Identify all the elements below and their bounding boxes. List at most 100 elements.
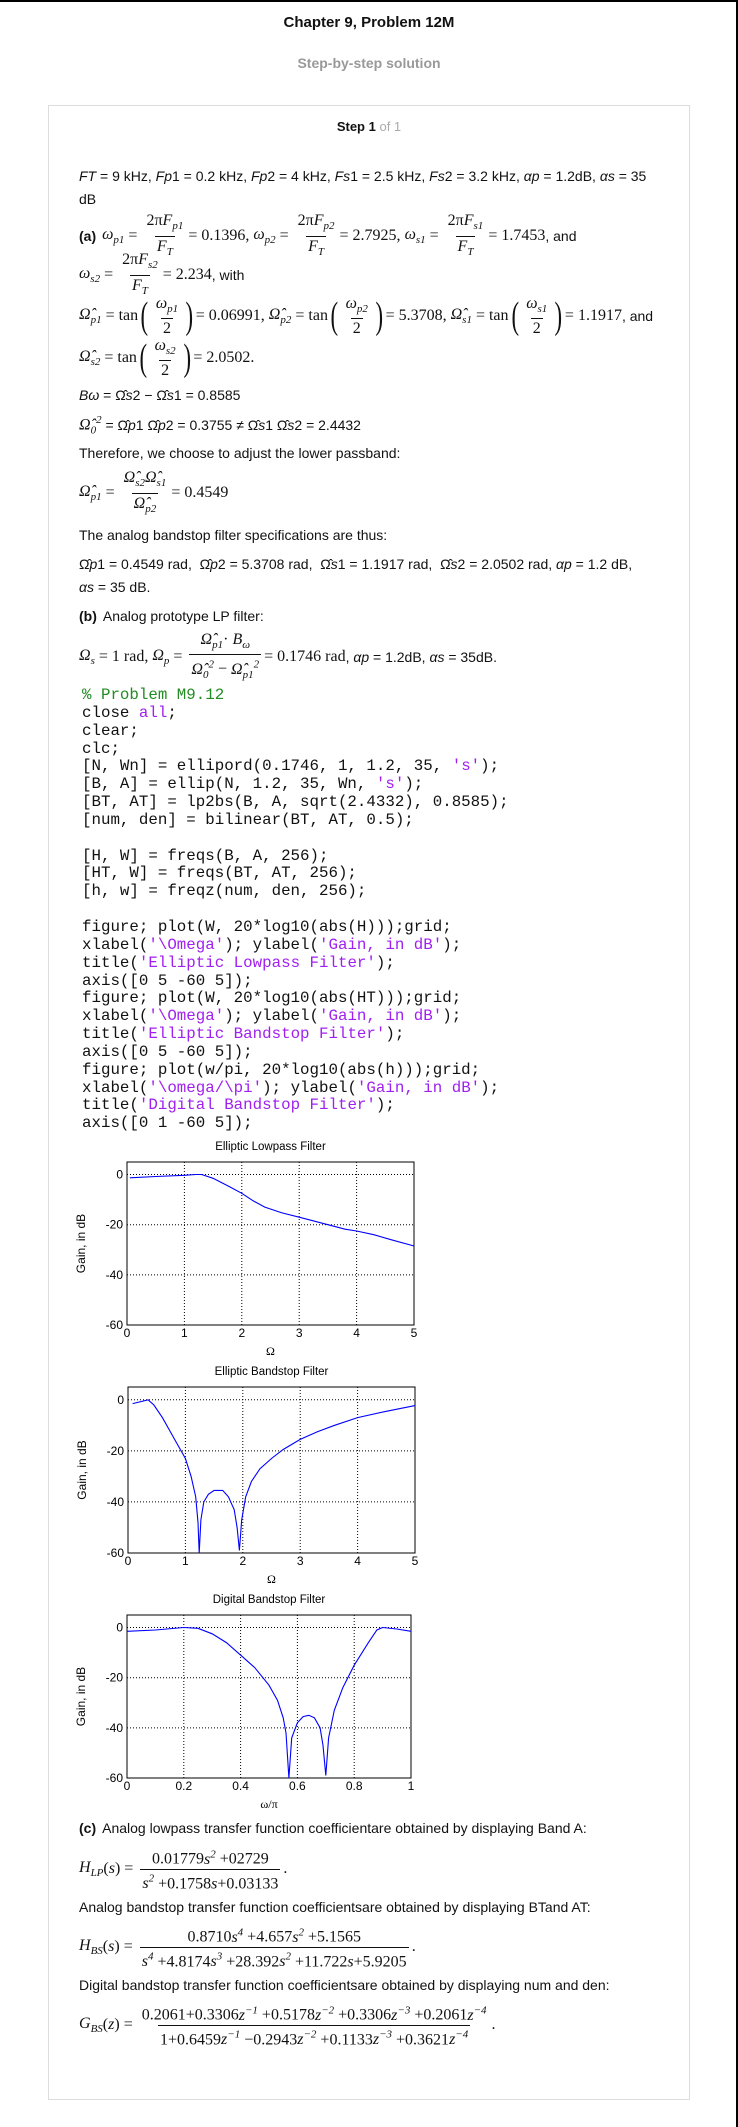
- math-text: 2: [162, 320, 171, 338]
- plot-area: [126, 1161, 415, 1326]
- superscript: −1: [227, 2028, 241, 2041]
- math-text: = 1 rad,: [94, 648, 153, 665]
- math-text: = 1.7453: [488, 227, 546, 244]
- fraction: 2πFp2 F T: [296, 211, 337, 260]
- math-text: =: [100, 266, 118, 283]
- code-text: [num, den] = bilinear(BT, AT, 0.5);: [82, 810, 414, 829]
- math-text: 2π: [297, 212, 314, 230]
- subscript: s1: [537, 303, 548, 316]
- code-string: 'Gain, in dB': [356, 1078, 481, 1097]
- text: = 1.2dB,: [369, 649, 430, 665]
- symbol: ω: [404, 225, 416, 243]
- italic-symbol: s: [450, 556, 458, 572]
- math-text: +0.2061: [410, 2006, 468, 2024]
- code-line: [num, den] = bilinear(BT, AT, 0.5);: [82, 811, 414, 829]
- gbs-transfer-function: GBS(z) = 0.2061+0.3306z−1 +0.5178z−2 +0.…: [79, 2003, 496, 2048]
- symbol: F: [463, 212, 474, 230]
- math-text: =: [101, 484, 119, 501]
- part-c-intro: (c) Analog lowpass transfer function coef…: [79, 1806, 587, 1850]
- text: Therefore, we choose to adjust the lower…: [79, 445, 401, 461]
- code-text: xlabel(: [82, 935, 149, 954]
- y-tick-label: -20: [107, 1444, 125, 1458]
- fraction: ωp2 2: [344, 294, 370, 338]
- subscript: s2: [135, 477, 145, 490]
- math-symbol: Ω̂p1: [200, 631, 224, 651]
- math-symbol: Ω̂p1: [79, 306, 102, 326]
- code-line: title('Digital Bandstop Filter');: [82, 1096, 395, 1114]
- superscript: −4: [473, 2004, 487, 2017]
- y-tick-label: 0: [116, 1168, 123, 1182]
- matlab-code-block: % Problem M9.12 close all; clear; clc; […: [82, 686, 509, 1133]
- math-text: = 2.0502.: [193, 349, 255, 366]
- italic-symbol: s: [166, 387, 174, 403]
- italic-symbol: s: [330, 556, 338, 572]
- math-text: −: [214, 660, 232, 678]
- subscript: p2: [323, 220, 335, 233]
- code-text: [h, w] = freqz(num, den, 256);: [82, 882, 367, 901]
- code-line: axis([0 1 -60 5]);: [82, 1114, 253, 1132]
- symbol: F: [313, 212, 324, 230]
- text: = 9 kHz,: [96, 168, 156, 184]
- math-text: ) =: [114, 1938, 137, 1955]
- math-text: = 2.234: [162, 266, 212, 283]
- italic-symbol: αs: [79, 579, 94, 595]
- code-line: title('Elliptic Lowpass Filter');: [82, 954, 395, 972]
- superscript: −1: [244, 2004, 258, 2017]
- math-symbol: z−3: [373, 2029, 392, 2048]
- subscript: LP: [90, 1867, 104, 1880]
- math-symbol: Ω̂p2: [269, 306, 292, 326]
- step-indicator: Step 1 of 1: [0, 119, 738, 134]
- text: 1 = 0.2 kHz,: [171, 168, 251, 184]
- subscript: T: [467, 245, 474, 258]
- y-tick-label: -20: [106, 1218, 124, 1232]
- page-title: Chapter 9, Problem 12M: [283, 14, 455, 31]
- symbol: F: [131, 276, 142, 294]
- x-tick-label: 4: [354, 1554, 361, 1568]
- numerator: 2πFp2: [296, 211, 337, 235]
- numerator: 2πFs2: [120, 250, 160, 274]
- denominator: Ω̂02 − Ω̂p12: [189, 654, 262, 684]
- code-line: figure; plot(W, 20*log10(abs(HT)));grid;: [82, 989, 461, 1007]
- chart-0: Elliptic Lowpass Filter 0 1 2 3 4 5 0 -20 -40 -60 Ω…: [74, 1141, 418, 1358]
- math-symbol: ωp1: [102, 226, 124, 246]
- code-text: xlabel(: [82, 1078, 149, 1097]
- subscript: s2: [90, 273, 101, 286]
- symbol: Ω̂: [79, 305, 91, 323]
- superscript: 2: [253, 658, 260, 671]
- math-symbol: Fp2: [313, 212, 335, 232]
- subscript: T: [317, 245, 325, 258]
- symbol: Ω̂: [200, 631, 213, 649]
- x-tick-label: 0: [124, 1326, 131, 1340]
- code-text: );: [385, 1025, 405, 1044]
- chart-2: Digital Bandstop Filter 0 0.2 0.4 0.6 0.8 1 0 -2…: [74, 1594, 415, 1811]
- math-symbol: Ω̂s2: [123, 469, 145, 489]
- symbol: ω: [79, 264, 91, 282]
- subscript: BS: [90, 2023, 103, 2036]
- numerator: ωs1: [524, 294, 549, 318]
- code-string: 'Gain, in dB': [319, 935, 443, 954]
- text: , and: [545, 228, 577, 244]
- math-text: 2: [352, 320, 361, 338]
- subscript: p1: [90, 491, 102, 504]
- text: 2 = 3.2 kHz,: [444, 168, 524, 184]
- italic-symbol: Fs: [429, 168, 445, 184]
- symbol: Ω̂: [79, 347, 91, 365]
- code-line: xlabel('\Omega'); ylabel('Gain, in dB');: [82, 1007, 461, 1025]
- code-line: xlabel('\omega/\pi'); ylabel('Gain, in d…: [82, 1079, 499, 1097]
- code-string: 's': [375, 775, 405, 794]
- numerator: Ω̂s2Ω̂s1: [122, 468, 169, 492]
- chart-1: Elliptic Bandstop Filter 0 1 2 3 4 5 0 -20 -40 -60…: [75, 1366, 419, 1585]
- italic-symbol: s: [125, 387, 133, 403]
- part-label: (a): [79, 228, 97, 244]
- y-tick-label: -60: [106, 1771, 124, 1785]
- x-tick-label: 3: [296, 1326, 303, 1340]
- denominator: FT: [455, 235, 476, 261]
- math-symbol: z−2: [315, 2004, 334, 2023]
- symbol: Ω̂: [123, 469, 136, 487]
- fraction: 2πFs2 FT: [120, 250, 160, 299]
- left-paren: (: [140, 295, 149, 337]
- subscript: p2: [280, 314, 292, 327]
- code-text: ;: [167, 703, 177, 722]
- code-line: [H, W] = freqs(B, A, 256);: [82, 847, 328, 865]
- superscript: −4: [455, 2028, 469, 2041]
